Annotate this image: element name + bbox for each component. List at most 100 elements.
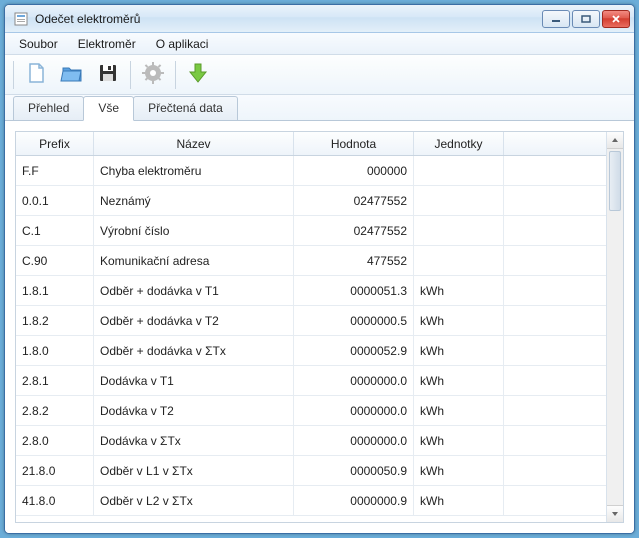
cell-value: 0000000.5 xyxy=(294,306,414,335)
grid-header: Prefix Název Hodnota Jednotky xyxy=(16,132,606,156)
table-row[interactable]: C.90Komunikační adresa477552 xyxy=(16,246,606,276)
tab-vse[interactable]: Vše xyxy=(83,96,134,121)
header-name[interactable]: Název xyxy=(94,132,294,155)
scroll-track[interactable] xyxy=(607,149,623,505)
cell-name: Chyba elektroměru xyxy=(94,156,294,185)
table-row[interactable]: 1.8.1Odběr + dodávka v T10000051.3kWh xyxy=(16,276,606,306)
cell-unit: kWh xyxy=(414,426,504,455)
minimize-button[interactable] xyxy=(542,10,570,28)
cell-name: Dodávka v ΣTx xyxy=(94,426,294,455)
menubar: Soubor Elektroměr O aplikaci xyxy=(5,33,634,55)
cell-spacer xyxy=(504,246,606,275)
toolbar-separator xyxy=(175,61,176,89)
open-folder-button[interactable] xyxy=(56,59,88,91)
grid-rows: F.FChyba elektroměru0000000.0.1Neznámý02… xyxy=(16,156,606,522)
scroll-down-button[interactable] xyxy=(607,505,623,522)
app-window: Odečet elektroměrů Soubor Elektroměr O a… xyxy=(4,4,635,534)
menu-soubor[interactable]: Soubor xyxy=(9,35,68,53)
cell-unit: kWh xyxy=(414,306,504,335)
cell-value: 477552 xyxy=(294,246,414,275)
cell-spacer xyxy=(504,336,606,365)
cell-name: Výrobní číslo xyxy=(94,216,294,245)
cell-prefix: 2.8.2 xyxy=(16,396,94,425)
data-grid: Prefix Název Hodnota Jednotky F.FChyba e… xyxy=(15,131,624,523)
cell-name: Odběr v L2 v ΣTx xyxy=(94,486,294,515)
cell-prefix: 2.8.0 xyxy=(16,426,94,455)
cell-spacer xyxy=(504,186,606,215)
table-row[interactable]: 1.8.0Odběr + dodávka v ΣTx0000052.9kWh xyxy=(16,336,606,366)
table-row[interactable]: C.1Výrobní číslo02477552 xyxy=(16,216,606,246)
table-row[interactable]: 0.0.1Neznámý02477552 xyxy=(16,186,606,216)
cell-spacer xyxy=(504,396,606,425)
cell-value: 0000000.0 xyxy=(294,366,414,395)
cell-unit: kWh xyxy=(414,276,504,305)
cell-prefix: 2.8.1 xyxy=(16,366,94,395)
table-row[interactable]: 2.8.0Dodávka v ΣTx0000000.0kWh xyxy=(16,426,606,456)
cell-name: Komunikační adresa xyxy=(94,246,294,275)
cell-value: 000000 xyxy=(294,156,414,185)
table-row[interactable]: F.FChyba elektroměru000000 xyxy=(16,156,606,186)
new-file-button[interactable] xyxy=(20,59,52,91)
tab-prectena-data[interactable]: Přečtená data xyxy=(133,96,238,120)
settings-gear-icon xyxy=(141,61,165,88)
content-area: Prefix Název Hodnota Jednotky F.FChyba e… xyxy=(5,121,634,533)
cell-unit xyxy=(414,186,504,215)
download-arrow-icon xyxy=(186,61,210,88)
tab-prehled[interactable]: Přehled xyxy=(13,96,84,120)
cell-spacer xyxy=(504,426,606,455)
cell-value: 02477552 xyxy=(294,186,414,215)
toolbar-separator xyxy=(13,61,14,89)
download-button[interactable] xyxy=(182,59,214,91)
table-row[interactable]: 21.8.0Odběr v L1 v ΣTx0000050.9kWh xyxy=(16,456,606,486)
cell-prefix: 1.8.0 xyxy=(16,336,94,365)
cell-prefix: 41.8.0 xyxy=(16,486,94,515)
scroll-up-button[interactable] xyxy=(607,132,623,149)
cell-name: Odběr + dodávka v T2 xyxy=(94,306,294,335)
cell-unit: kWh xyxy=(414,396,504,425)
toolbar-separator xyxy=(130,61,131,89)
header-prefix[interactable]: Prefix xyxy=(16,132,94,155)
cell-unit: kWh xyxy=(414,336,504,365)
window-title: Odečet elektroměrů xyxy=(35,12,542,26)
table-row[interactable]: 2.8.1Dodávka v T10000000.0kWh xyxy=(16,366,606,396)
settings-button[interactable] xyxy=(137,59,169,91)
cell-spacer xyxy=(504,276,606,305)
cell-name: Neznámý xyxy=(94,186,294,215)
header-unit[interactable]: Jednotky xyxy=(414,132,504,155)
vertical-scrollbar[interactable] xyxy=(606,132,623,522)
cell-name: Odběr v L1 v ΣTx xyxy=(94,456,294,485)
table-row[interactable]: 2.8.2Dodávka v T20000000.0kWh xyxy=(16,396,606,426)
cell-spacer xyxy=(504,156,606,185)
header-spacer xyxy=(504,132,606,155)
cell-value: 0000052.9 xyxy=(294,336,414,365)
window-controls xyxy=(542,10,630,28)
cell-name: Odběr + dodávka v ΣTx xyxy=(94,336,294,365)
cell-unit xyxy=(414,246,504,275)
cell-unit xyxy=(414,216,504,245)
scroll-thumb[interactable] xyxy=(609,151,621,211)
table-row[interactable]: 41.8.0Odběr v L2 v ΣTx0000000.9kWh xyxy=(16,486,606,516)
save-icon xyxy=(96,61,120,88)
cell-prefix: 1.8.1 xyxy=(16,276,94,305)
cell-value: 0000051.3 xyxy=(294,276,414,305)
table-row[interactable]: 1.8.2Odběr + dodávka v T20000000.5kWh xyxy=(16,306,606,336)
close-button[interactable] xyxy=(602,10,630,28)
maximize-button[interactable] xyxy=(572,10,600,28)
cell-prefix: C.1 xyxy=(16,216,94,245)
cell-prefix: 1.8.2 xyxy=(16,306,94,335)
open-folder-icon xyxy=(60,61,84,88)
header-value[interactable]: Hodnota xyxy=(294,132,414,155)
cell-prefix: C.90 xyxy=(16,246,94,275)
menu-o-aplikaci[interactable]: O aplikaci xyxy=(146,35,219,53)
titlebar: Odečet elektroměrů xyxy=(5,5,634,33)
cell-value: 0000000.9 xyxy=(294,486,414,515)
cell-name: Odběr + dodávka v T1 xyxy=(94,276,294,305)
cell-spacer xyxy=(504,456,606,485)
cell-spacer xyxy=(504,306,606,335)
menu-elektromer[interactable]: Elektroměr xyxy=(68,35,146,53)
save-button[interactable] xyxy=(92,59,124,91)
cell-prefix: 21.8.0 xyxy=(16,456,94,485)
cell-prefix: F.F xyxy=(16,156,94,185)
cell-unit: kWh xyxy=(414,366,504,395)
cell-spacer xyxy=(504,366,606,395)
